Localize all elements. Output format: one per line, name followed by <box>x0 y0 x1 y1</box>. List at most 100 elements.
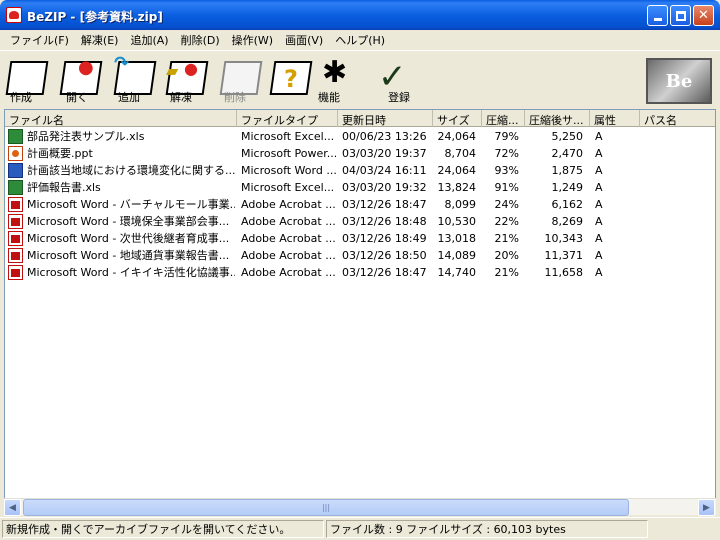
list-header: ファイル名 ファイルタイプ 更新日時 サイズ 圧縮... 圧縮後サ... 属性 … <box>5 110 715 127</box>
cell-attr: A <box>595 147 603 160</box>
cell-date: 03/12/26 18:47 <box>342 198 427 211</box>
delete-button[interactable]: 削除 <box>218 57 264 104</box>
cell-name: Microsoft Word - イキイキ活性化協議事... <box>27 266 235 279</box>
cell-path <box>644 247 714 264</box>
menu-extract[interactable]: 解凍(E) <box>75 32 125 48</box>
table-row[interactable]: Microsoft Word - 地域通貨事業報告書... Adobe Acrob… <box>5 247 715 264</box>
menu-add[interactable]: 追加(A) <box>124 32 174 48</box>
grip-icon: ||| <box>321 503 331 512</box>
cell-type: Microsoft Excel... <box>241 181 335 194</box>
minimize-button[interactable] <box>647 5 668 26</box>
arrow-right-icon: ▶ <box>703 502 710 513</box>
cell-type: Adobe Acrobat ... <box>241 232 336 245</box>
new-archive-button[interactable]: 作成 <box>4 57 50 104</box>
cell-attr: A <box>595 181 603 194</box>
register-label: 登録 <box>388 91 410 104</box>
cell-packed: 11,658 <box>544 266 584 279</box>
extract-button[interactable]: ▰ ● 解凍 <box>164 57 210 104</box>
table-row[interactable]: 計画該当地域における環境変化に関する... Microsoft Word ... 0… <box>5 162 715 179</box>
menu-bar: ファイル(F) 解凍(E) 追加(A) 削除(D) 操作(W) 画面(V) ヘル… <box>0 30 720 49</box>
pdf-file-icon <box>8 265 23 280</box>
maximize-icon <box>675 10 686 21</box>
table-row[interactable]: Microsoft Word - 環境保全事業部会事... Adobe Acrob… <box>5 213 715 230</box>
horizontal-scrollbar[interactable]: ◀ ||| ▶ <box>4 498 716 516</box>
column-header-ratio[interactable]: 圧縮... <box>482 110 525 127</box>
xls-file-icon <box>8 129 23 144</box>
table-row[interactable]: 部品発注表サンプル.xls Microsoft Excel... 00/06/23 … <box>5 128 715 145</box>
doc-file-icon <box>8 163 23 178</box>
cell-size: 14,089 <box>437 249 477 262</box>
status-bar: 新規作成・開くでアーカイブファイルを開いてください。 ファイル数 : 9 ファイ… <box>0 517 720 540</box>
cell-name: 計画概要.ppt <box>27 147 93 160</box>
cell-date: 03/12/26 18:47 <box>342 266 427 279</box>
cell-packed: 8,269 <box>551 215 584 228</box>
cell-type: Microsoft Word ... <box>241 164 336 177</box>
column-header-name[interactable]: ファイル名 <box>5 110 237 127</box>
table-row[interactable]: 評価報告書.xls Microsoft Excel... 03/03/20 19:3… <box>5 179 715 196</box>
cell-date: 03/12/26 18:48 <box>342 215 427 228</box>
cell-path <box>644 145 714 162</box>
cell-date: 03/03/20 19:37 <box>342 147 427 160</box>
delete-label: 削除 <box>224 91 246 104</box>
close-button[interactable]: ✕ <box>693 5 714 26</box>
cell-attr: A <box>595 130 603 143</box>
cell-date: 03/12/26 18:50 <box>342 249 427 262</box>
toolbar: 作成 ● 開く ↷ 追加 ▰ ● 解凍 削除 ? ✱ 機能 ✓ 登録 Be <box>0 50 720 108</box>
cell-ratio: 72% <box>494 147 519 160</box>
register-button[interactable]: ✓ 登録 <box>370 57 416 104</box>
column-header-size[interactable]: サイズ <box>433 110 482 127</box>
cell-date: 03/12/26 18:49 <box>342 232 427 245</box>
cell-packed: 11,371 <box>544 249 584 262</box>
title-bar[interactable]: BeZIP - [参考資料.zip] ✕ <box>0 0 720 30</box>
scroll-left-button[interactable]: ◀ <box>4 499 21 516</box>
table-row[interactable]: Microsoft Word - イキイキ活性化協議事... Adobe Acro… <box>5 264 715 281</box>
cell-ratio: 21% <box>494 266 519 279</box>
menu-operation[interactable]: 操作(W) <box>226 32 279 48</box>
menu-view[interactable]: 画面(V) <box>279 32 329 48</box>
cell-date: 00/06/23 13:26 <box>342 130 427 143</box>
scrollbar-thumb[interactable]: ||| <box>23 499 629 516</box>
cell-ratio: 93% <box>494 164 519 177</box>
maximize-button[interactable] <box>670 5 691 26</box>
cell-ratio: 91% <box>494 181 519 194</box>
menu-delete[interactable]: 削除(D) <box>175 32 226 48</box>
add-files-label: 追加 <box>118 91 140 104</box>
column-header-type[interactable]: ファイルタイプ <box>237 110 338 127</box>
status-message: 新規作成・開くでアーカイブファイルを開いてください。 <box>2 520 324 538</box>
cell-path <box>644 162 714 179</box>
file-list[interactable]: ファイル名 ファイルタイプ 更新日時 サイズ 圧縮... 圧縮後サ... 属性 … <box>4 109 716 515</box>
table-row[interactable]: Microsoft Word - 次世代後継者育成事... Adobe Acrob… <box>5 230 715 247</box>
column-header-attr[interactable]: 属性 <box>590 110 640 127</box>
cell-attr: A <box>595 249 603 262</box>
column-header-path[interactable]: パス名 <box>640 110 715 127</box>
cell-size: 13,824 <box>437 181 477 194</box>
add-files-button[interactable]: ↷ 追加 <box>112 53 158 104</box>
functions-label: 機能 <box>318 91 340 104</box>
cell-type: Microsoft Power... <box>241 147 336 160</box>
cell-path <box>644 128 714 145</box>
cell-name: 部品発注表サンプル.xls <box>27 130 145 143</box>
minimize-icon <box>653 18 662 21</box>
cell-attr: A <box>595 198 603 211</box>
cell-size: 24,064 <box>437 130 477 143</box>
functions-button[interactable]: ✱ 機能 <box>318 55 364 104</box>
help-button[interactable]: ? <box>268 57 314 103</box>
column-header-date[interactable]: 更新日時 <box>338 110 433 127</box>
cell-ratio: 24% <box>494 198 519 211</box>
close-icon: ✕ <box>698 8 709 23</box>
table-row[interactable]: 計画概要.ppt Microsoft Power... 03/03/20 19:37… <box>5 145 715 162</box>
cell-ratio: 22% <box>494 215 519 228</box>
extract-label: 解凍 <box>170 91 192 104</box>
column-header-packed[interactable]: 圧縮後サ... <box>525 110 590 127</box>
cell-attr: A <box>595 164 603 177</box>
app-icon[interactable] <box>6 7 22 23</box>
menu-help[interactable]: ヘルプ(H) <box>329 32 391 48</box>
open-archive-button[interactable]: ● 開く <box>58 57 104 104</box>
table-row[interactable]: Microsoft Word - バーチャルモール事業... Adobe Acro… <box>5 196 715 213</box>
pdf-file-icon <box>8 248 23 263</box>
cell-size: 8,704 <box>444 147 477 160</box>
scroll-right-button[interactable]: ▶ <box>698 499 715 516</box>
cell-attr: A <box>595 232 603 245</box>
pdf-file-icon <box>8 214 23 229</box>
menu-file[interactable]: ファイル(F) <box>4 32 75 48</box>
